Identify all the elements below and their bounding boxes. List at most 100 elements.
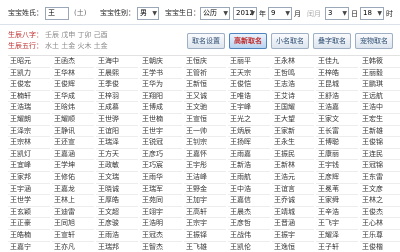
name-cell[interactable]: 王俊杰 (360, 207, 400, 219)
nickname-button[interactable]: 小名取名 (271, 33, 309, 49)
name-cell[interactable]: 王文瑞 (96, 172, 138, 184)
name-cell[interactable]: 王又诚 (184, 91, 226, 103)
name-cell[interactable]: 王恒庆 (184, 56, 226, 68)
name-cell[interactable]: 王艾诗 (272, 91, 314, 103)
name-cell[interactable]: 王耀泽 (316, 230, 358, 242)
name-cell[interactable]: 王正豪 (8, 218, 50, 230)
name-cell[interactable]: 王浩明 (140, 218, 182, 230)
name-cell[interactable]: 王加宇 (184, 195, 226, 207)
name-cell[interactable]: 王宏生 (360, 114, 400, 126)
name-cell[interactable]: 王浩元 (272, 172, 314, 184)
name-cell[interactable]: 王永林 (272, 56, 314, 68)
name-cell[interactable]: 王雨浩 (96, 230, 138, 242)
name-cell[interactable]: 王世楠 (140, 114, 182, 126)
name-cell[interactable]: 王华林 (52, 68, 94, 80)
name-cell[interactable]: 王靖城 (272, 207, 314, 219)
name-cell[interactable]: 王苑同 (140, 195, 182, 207)
name-cell[interactable]: 王晨熙 (96, 68, 138, 80)
name-cell[interactable]: 王飞雄 (184, 242, 226, 252)
pet-name-button[interactable]: 宠物取名 (355, 33, 393, 49)
name-cell[interactable]: 王野金 (184, 184, 226, 196)
name-cell[interactable]: 王哲鸣 (272, 68, 314, 80)
name-cell[interactable]: 王晗炜 (52, 102, 94, 114)
name-cell[interactable]: 王宗宇 (184, 218, 226, 230)
name-cell[interactable]: 王丽平 (228, 56, 270, 68)
name-cell[interactable]: 王宣轩 (52, 230, 94, 242)
name-cell[interactable]: 王嘉涵 (52, 149, 94, 161)
name-cell[interactable]: 王辛浩 (316, 207, 358, 219)
name-cell[interactable]: 王宇彤 (184, 160, 226, 172)
name-cell[interactable]: 王逸恒 (272, 242, 314, 252)
name-cell[interactable]: 王林上 (52, 195, 94, 207)
naming-settings-button[interactable]: 取名设置 (187, 33, 225, 49)
name-cell[interactable]: 王皓楠 (8, 230, 50, 242)
name-cell[interactable]: 王博聪 (316, 137, 358, 149)
name-cell[interactable]: 王东雷 (360, 172, 400, 184)
name-cell[interactable]: 王浩嘉 (316, 102, 358, 114)
name-cell[interactable]: 王新恒 (184, 79, 226, 91)
name-cell[interactable]: 王谊言 (272, 184, 314, 196)
name-cell[interactable]: 王厚皓 (96, 195, 138, 207)
hour-select[interactable]: 18 ▼ (360, 7, 384, 20)
name-cell[interactable]: 王亦凡 (52, 242, 94, 252)
name-cell[interactable]: 王凯灯 (8, 149, 50, 161)
name-cell[interactable]: 王俊锦 (360, 137, 400, 149)
name-cell[interactable]: 王文驰 (184, 102, 226, 114)
name-cell[interactable]: 王谊阳 (96, 126, 138, 138)
name-cell[interactable]: 王家舜 (316, 195, 358, 207)
name-cell[interactable]: 王凯伦 (228, 242, 270, 252)
name-cell[interactable]: 王瑞泽 (96, 137, 138, 149)
name-cell[interactable]: 王文彦 (360, 184, 400, 196)
name-cell[interactable]: 王俊恺 (228, 79, 270, 91)
name-cell[interactable]: 王瑞军 (140, 184, 182, 196)
name-cell[interactable]: 王丽毅 (360, 68, 400, 80)
name-cell[interactable]: 王林之 (360, 195, 400, 207)
reduplicated-name-button[interactable]: 叠字取名 (313, 33, 351, 49)
name-cell[interactable]: 王舒浩 (316, 91, 358, 103)
name-cell[interactable]: 王函杰 (52, 56, 94, 68)
name-cell[interactable]: 王韩筱 (360, 56, 400, 68)
name-cell[interactable]: 王梓皓 (316, 68, 358, 80)
name-cell[interactable]: 王华成 (52, 91, 94, 103)
name-cell[interactable]: 王华为 (140, 79, 182, 91)
name-cell[interactable]: 王宇涵 (8, 184, 50, 196)
name-cell[interactable]: 王耀朗 (8, 114, 50, 126)
name-cell[interactable]: 王静讯 (52, 126, 94, 138)
name-cell[interactable]: 王钊宗 (184, 137, 226, 149)
name-cell[interactable]: 王新林 (272, 160, 314, 172)
name-cell[interactable]: 王翊宇 (140, 207, 182, 219)
name-cell[interactable]: 王玄颖 (8, 207, 50, 219)
name-cell[interactable]: 王修佑 (52, 172, 94, 184)
name-cell[interactable]: 王俊宏 (8, 79, 50, 91)
gender-select[interactable]: 男 ▼ (137, 7, 159, 20)
name-cell[interactable]: 王宣恒 (184, 114, 226, 126)
name-cell[interactable]: 王雨华 (140, 172, 182, 184)
name-cell[interactable]: 王飞宇 (316, 218, 358, 230)
name-cell[interactable]: 王彦巧 (140, 149, 182, 161)
name-cell[interactable]: 王嘉龙 (52, 184, 94, 196)
name-cell[interactable]: 王国耀 (272, 102, 314, 114)
name-cell[interactable]: 王晓诚 (96, 184, 138, 196)
name-cell[interactable]: 王乔诚 (272, 195, 314, 207)
name-cell[interactable]: 王海中 (96, 56, 138, 68)
name-cell[interactable]: 王浩瑞 (8, 102, 50, 114)
name-cell[interactable]: 王永生 (272, 137, 314, 149)
year-select[interactable]: 2012 ▼ (233, 7, 257, 20)
name-cell[interactable]: 王嘉怀 (184, 149, 226, 161)
name-cell[interactable]: 王连民 (360, 149, 400, 161)
day-select[interactable]: 3 ▼ (325, 7, 349, 20)
name-cell[interactable]: 王长富 (316, 126, 358, 138)
name-cell[interactable]: 王浩中 (360, 102, 400, 114)
name-cell[interactable]: 王冠锦 (360, 160, 400, 172)
name-cell[interactable]: 王振铎 (184, 230, 226, 242)
name-cell[interactable]: 王方天 (96, 149, 138, 161)
name-cell[interactable]: 王彦哲 (228, 218, 270, 230)
name-cell[interactable]: 王新浩 (228, 160, 270, 172)
name-cell[interactable]: 王远航 (360, 91, 400, 103)
name-cell[interactable]: 王炳辰 (228, 126, 270, 138)
name-cell[interactable]: 王家文 (316, 114, 358, 126)
name-cell[interactable]: 王俊楷 (360, 242, 400, 252)
name-cell[interactable]: 王梓羽 (96, 91, 138, 103)
name-cell[interactable]: 王家新 (272, 126, 314, 138)
advanced-naming-button[interactable]: 高新取名 (229, 33, 267, 49)
